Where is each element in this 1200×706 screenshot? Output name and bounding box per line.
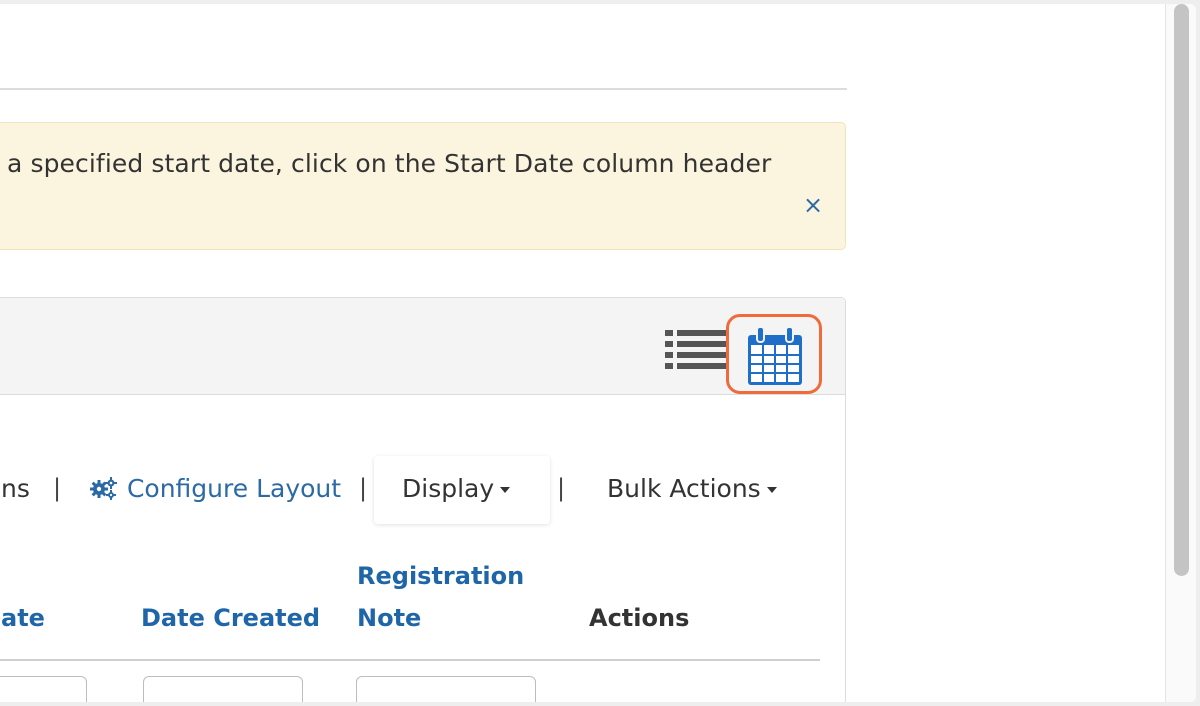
- toolbar-separator: |: [359, 474, 368, 502]
- gears-icon: [90, 477, 117, 500]
- column-header-registration-note[interactable]: Registration Note: [357, 555, 524, 639]
- column-header-actions: Actions: [589, 604, 690, 632]
- toolbar-separator: |: [53, 474, 62, 502]
- chevron-down-icon: [500, 487, 511, 493]
- display-label: Display: [402, 474, 495, 503]
- calendar-view-button[interactable]: [726, 314, 822, 394]
- app-frame: a specified start date, click on the Sta…: [0, 4, 1196, 702]
- toolbar-separator: |: [557, 474, 566, 502]
- panel-header: [0, 298, 845, 395]
- scrollbar-thumb[interactable]: [1174, 4, 1189, 576]
- display-dropdown-button[interactable]: Display: [374, 456, 550, 524]
- alert-message: a specified start date, click on the Sta…: [7, 149, 772, 178]
- chevron-down-icon: [766, 487, 777, 493]
- bulk-actions-label: Bulk Actions: [607, 474, 761, 503]
- top-divider: [0, 88, 847, 90]
- column-header-line: Registration: [357, 562, 525, 590]
- events-panel: ns | Configure Layout | Display | Bulk A…: [0, 297, 846, 702]
- registration-note-filter-input[interactable]: [356, 676, 536, 702]
- list-view-icon: [665, 330, 727, 369]
- column-header-start-date[interactable]: ate: [1, 597, 45, 639]
- calendar-icon: [748, 327, 802, 385]
- column-header-line: Note: [357, 604, 422, 632]
- column-header-date-created[interactable]: Date Created: [141, 597, 320, 639]
- alert-close-icon[interactable]: ×: [803, 193, 823, 217]
- bulk-actions-dropdown[interactable]: Bulk Actions: [607, 474, 777, 503]
- list-view-button[interactable]: [665, 328, 729, 378]
- info-alert: a specified start date, click on the Sta…: [0, 122, 846, 250]
- table-header-divider: [0, 659, 820, 661]
- toolbar-truncated-item[interactable]: ns: [1, 474, 30, 503]
- configure-layout-label: Configure Layout: [126, 474, 342, 503]
- date-created-filter-input[interactable]: [143, 676, 303, 702]
- configure-layout-link[interactable]: Configure Layout: [89, 474, 341, 503]
- vertical-scrollbar[interactable]: [1165, 4, 1196, 702]
- start-date-filter-input[interactable]: [0, 676, 87, 702]
